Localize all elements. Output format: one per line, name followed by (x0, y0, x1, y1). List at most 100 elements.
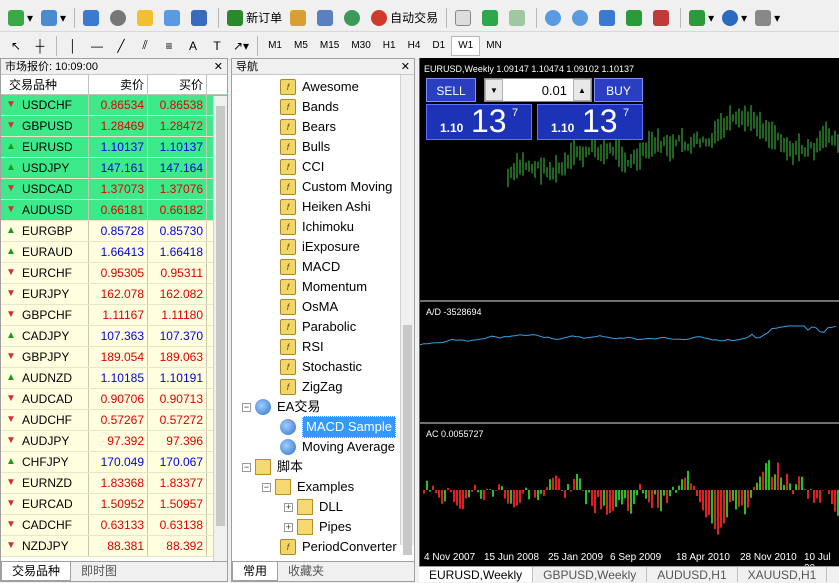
text-icon[interactable]: A (182, 34, 204, 58)
periods-icon[interactable]: ▾ (719, 6, 750, 30)
nav-dll-folder[interactable]: + DLL (284, 497, 343, 517)
table-row[interactable]: ▼ USDCHF 0.86534 0.86538 (1, 95, 227, 116)
nav-indicator-item[interactable]: f OsMA (280, 297, 338, 317)
close-icon[interactable]: ✕ (401, 59, 410, 75)
timeframe-h1[interactable]: H1 (377, 36, 402, 56)
nav-ea-item[interactable]: Moving Average (280, 437, 395, 457)
timeframe-d1[interactable]: D1 (426, 36, 451, 56)
table-row[interactable]: ▼ NZDJPY 88.381 88.392 (1, 536, 227, 557)
table-row[interactable]: ▼ USDCAD 1.37073 1.37076 (1, 179, 227, 200)
chart-tab[interactable]: EURUSD,Weekly (419, 567, 534, 582)
nav-indicator-item[interactable]: f Bulls (280, 137, 330, 157)
table-row[interactable]: ▲ EURAUD 1.66413 1.66418 (1, 242, 227, 263)
nav-indicator-item[interactable]: f Bears (280, 117, 336, 137)
table-row[interactable]: ▼ AUDCAD 0.90706 0.90713 (1, 389, 227, 410)
table-row[interactable]: ▲ AUDNZD 1.10185 1.10191 (1, 368, 227, 389)
data-window-icon[interactable] (107, 6, 132, 30)
table-row[interactable]: ▲ EURUSD 1.10137 1.10137 (1, 137, 227, 158)
nav-indicator-item[interactable]: f Parabolic (280, 317, 356, 337)
tab-symbols[interactable]: 交易品种 (1, 562, 72, 581)
indicators-icon[interactable]: ▾ (686, 6, 717, 30)
nav-indicator-item[interactable]: f Bands (280, 97, 339, 117)
candlestick-icon[interactable] (479, 6, 504, 30)
navigator-icon[interactable] (134, 6, 159, 30)
collapse-icon[interactable]: − (262, 482, 271, 492)
table-row[interactable]: ▼ CADCHF 0.63133 0.63138 (1, 515, 227, 536)
collapse-icon[interactable]: − (242, 402, 251, 412)
new-order-button[interactable]: 新订单 (224, 6, 285, 30)
trendline-icon[interactable]: ╱ (110, 34, 132, 58)
col-bid[interactable]: 卖价 (89, 75, 148, 94)
timeframe-m15[interactable]: M15 (314, 36, 345, 56)
tab-favorites[interactable]: 收藏夹 (278, 562, 334, 581)
bar-chart-icon[interactable] (452, 6, 477, 30)
timeframe-m30[interactable]: M30 (345, 36, 376, 56)
equidistant-channel-icon[interactable]: ⫽ (134, 34, 156, 58)
market-icon[interactable] (341, 6, 366, 30)
table-row[interactable]: ▼ AUDCHF 0.57267 0.57272 (1, 410, 227, 431)
col-symbol[interactable]: 交易品种 (1, 75, 89, 94)
profiles-icon[interactable]: ▾ (38, 6, 69, 30)
arrows-icon[interactable]: ↗▾ (230, 34, 252, 58)
templates-icon[interactable]: ▾ (752, 6, 783, 30)
chart-window[interactable]: EURUSD,Weekly 1.09147 1.10474 1.09102 1.… (419, 58, 839, 568)
timeframe-m1[interactable]: M1 (262, 36, 288, 56)
fibonacci-icon[interactable]: ≡ (158, 34, 180, 58)
bid-price-display[interactable]: 1.10 13 7 (426, 103, 532, 140)
table-row[interactable]: ▼ GBPUSD 1.28469 1.28472 (1, 116, 227, 137)
table-row[interactable]: ▼ AUDJPY 97.392 97.396 (1, 431, 227, 452)
table-row[interactable]: ▲ CADJPY 107.363 107.370 (1, 326, 227, 347)
tab-tick-chart[interactable]: 即时图 (71, 562, 127, 581)
nav-pipes-folder[interactable]: + Pipes (284, 517, 352, 537)
tab-common[interactable]: 常用 (232, 562, 279, 581)
nav-ea-item-selected[interactable]: MACD Sample (280, 416, 396, 438)
table-row[interactable]: ▼ EURCHF 0.95305 0.95311 (1, 263, 227, 284)
nav-script-item[interactable]: f PeriodConverter (280, 537, 397, 557)
table-row[interactable]: ▲ USDJPY 147.161 147.164 (1, 158, 227, 179)
signals-icon[interactable] (314, 6, 339, 30)
nav-indicator-item[interactable]: f MACD (280, 257, 340, 277)
table-row[interactable]: ▼ EURCAD 1.50952 1.50957 (1, 494, 227, 515)
collapse-icon[interactable]: − (242, 462, 251, 472)
lot-increase-icon[interactable]: ▲ (573, 79, 591, 101)
tester-icon[interactable] (188, 6, 213, 30)
table-row[interactable]: ▼ EURJPY 162.078 162.082 (1, 284, 227, 305)
expand-icon[interactable]: + (284, 522, 293, 532)
chart-tab[interactable]: GBPUSD,Weekly (533, 567, 648, 582)
crosshair-icon[interactable]: ┼ (29, 34, 51, 58)
nav-indicator-item[interactable]: f Heiken Ashi (280, 197, 371, 217)
col-ask[interactable]: 买价 (148, 75, 207, 94)
sell-button[interactable]: SELL (426, 78, 476, 102)
zoom-out-icon[interactable] (569, 6, 594, 30)
chart-shift-icon[interactable] (650, 6, 675, 30)
table-row[interactable]: ▲ EURGBP 0.85728 0.85730 (1, 221, 227, 242)
terminal-icon[interactable] (161, 6, 186, 30)
nav-indicator-item[interactable]: f Ichimoku (280, 217, 354, 237)
nav-ea-group[interactable]: − EA交易 (242, 397, 320, 417)
nav-indicator-item[interactable]: f ZigZag (280, 377, 342, 397)
table-row[interactable]: ▼ GBPCHF 1.11167 1.11180 (1, 305, 227, 326)
market-watch-icon[interactable] (80, 6, 105, 30)
nav-indicator-item[interactable]: f Momentum (280, 277, 367, 297)
panel-divider[interactable] (420, 300, 839, 302)
timeframe-mn[interactable]: MN (480, 36, 508, 56)
table-row[interactable]: ▼ AUDUSD 0.66181 0.66182 (1, 200, 227, 221)
buy-button[interactable]: BUY (594, 78, 643, 102)
nav-indicator-item[interactable]: f Stochastic (280, 357, 362, 377)
lot-size-field[interactable]: ▼ 0.01 ▲ (484, 78, 592, 102)
timeframe-w1[interactable]: W1 (451, 35, 481, 56)
close-icon[interactable]: ✕ (214, 59, 223, 75)
tile-windows-icon[interactable] (596, 6, 621, 30)
horizontal-line-icon[interactable]: — (86, 34, 108, 58)
vertical-line-icon[interactable]: │ (62, 34, 84, 58)
ask-price-display[interactable]: 1.10 13 7 (537, 103, 643, 140)
panel-divider[interactable] (420, 422, 839, 424)
text-label-icon[interactable]: T (206, 34, 228, 58)
lot-decrease-icon[interactable]: ▼ (485, 79, 503, 101)
autoscroll-icon[interactable] (623, 6, 648, 30)
zoom-in-icon[interactable] (542, 6, 567, 30)
auto-trading-button[interactable]: 自动交易 (368, 6, 441, 30)
cursor-icon[interactable]: ↖ (5, 34, 27, 58)
nav-scripts-group[interactable]: − 脚本 (242, 457, 303, 477)
new-chart-icon[interactable]: ▾ (5, 6, 36, 30)
